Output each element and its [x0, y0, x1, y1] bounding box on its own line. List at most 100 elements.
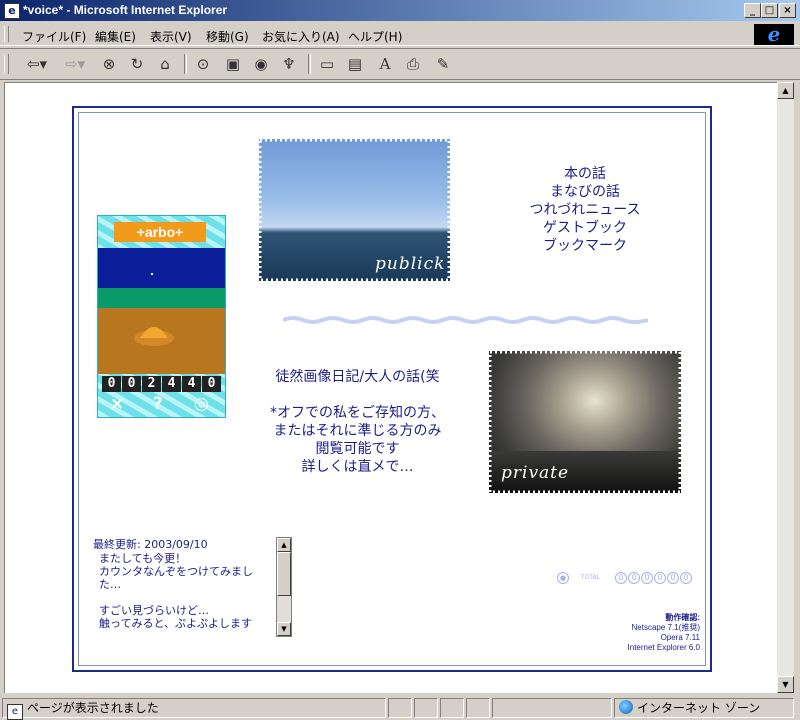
- wave-divider: [283, 316, 648, 324]
- gadget-close-icon[interactable]: ×: [110, 394, 124, 414]
- menu-bar: ファイル(F) 編集(E) 表示(V) 移動(G) お気に入り(A) ヘルプ(H…: [0, 23, 800, 46]
- refresh-icon[interactable]: ↻: [126, 54, 148, 74]
- menu-go[interactable]: 移動(G): [206, 28, 249, 45]
- update-scrollbar[interactable]: ▲ ▼: [276, 537, 292, 637]
- total-digit: 0: [667, 572, 679, 584]
- counter-digit: 4: [162, 376, 181, 392]
- update-line: すごい見づらいけど…: [99, 604, 209, 617]
- zone-panel: インターネット ゾーン: [614, 698, 794, 718]
- update-line: た…: [99, 578, 121, 591]
- nav-link-guestbook[interactable]: ゲストブック: [500, 219, 670, 237]
- total-label: TOTAL: [581, 574, 601, 581]
- toolbar-grip[interactable]: [4, 54, 9, 74]
- total-digit: 0: [628, 572, 640, 584]
- status-text-panel: e ページが表示されました: [2, 698, 386, 720]
- history-icon[interactable]: ♆: [278, 54, 300, 74]
- browser-compat-heading: 動作確認:: [665, 613, 700, 622]
- menu-view[interactable]: 表示(V): [150, 28, 192, 45]
- toolbar-separator: [308, 54, 311, 74]
- gadget-options-icon[interactable]: ◎: [194, 394, 209, 414]
- forward-icon[interactable]: ⇨▾: [60, 54, 90, 74]
- back-icon[interactable]: ⇦▾: [22, 54, 52, 74]
- diary-note-line: 閲覧可能です: [315, 441, 400, 457]
- status-panel: [414, 698, 438, 718]
- maximize-button[interactable]: □: [761, 3, 778, 18]
- vertical-scrollbar[interactable]: ▲ ▼: [777, 82, 794, 693]
- counter-digit: 0: [102, 376, 121, 392]
- status-panel: [466, 698, 490, 718]
- total-counter: ● TOTAL 0 0 0 0 0 0: [555, 572, 695, 588]
- update-scroll-up[interactable]: ▲: [277, 538, 291, 552]
- scroll-down-button[interactable]: ▼: [777, 676, 794, 693]
- gadget-help-icon[interactable]: ?: [153, 394, 163, 414]
- diary-title-link[interactable]: 徒然画像日記/大人の話(笑: [255, 368, 460, 386]
- discuss-icon[interactable]: ✎: [432, 54, 454, 74]
- zone-text: インターネット ゾーン: [637, 701, 761, 715]
- menu-edit[interactable]: 編集(E): [95, 28, 136, 45]
- status-panel: [492, 698, 612, 718]
- counter-bullet-icon: ●: [557, 572, 569, 584]
- nav-link-news[interactable]: つれづれニュース: [500, 201, 670, 219]
- total-digit: 0: [654, 572, 666, 584]
- browser-compat-line: Opera 7.11: [660, 633, 700, 642]
- stop-icon[interactable]: ⊗: [98, 54, 120, 74]
- menu-favorites[interactable]: お気に入り(A): [262, 28, 340, 45]
- status-text: ページが表示されました: [27, 701, 159, 715]
- edit-icon[interactable]: ▤: [344, 54, 366, 74]
- status-bar: e ページが表示されました インターネット ゾーン: [0, 696, 800, 720]
- update-scroll-thumb[interactable]: [277, 552, 291, 596]
- nav-links: 本の話 まなびの話 つれづれニュース ゲストブック ブックマーク: [500, 165, 670, 255]
- update-line: [99, 591, 281, 604]
- update-scroll-box[interactable]: またしても今更！ カウンタなんぞをつけてみまし た… すごい見づらいけど… 触っ…: [93, 552, 281, 636]
- close-button[interactable]: ×: [779, 3, 796, 18]
- menu-help[interactable]: ヘルプ(H): [348, 28, 402, 45]
- diary-note-line: 詳しくは直メで…: [301, 459, 414, 475]
- update-label: 最終更新: 2003/09/10: [93, 538, 208, 551]
- menu-file[interactable]: ファイル(F): [22, 28, 86, 45]
- private-photo[interactable]: private: [489, 351, 681, 493]
- font-icon[interactable]: A: [374, 54, 396, 74]
- counter-digit: 2: [142, 376, 161, 392]
- diary-section: 徒然画像日記/大人の話(笑 *オフでの私をご存知の方、 またはそれに準じる方のみ…: [255, 368, 460, 476]
- nav-link-books[interactable]: 本の話: [500, 165, 670, 183]
- ie-logo-icon: e: [754, 24, 794, 45]
- update-line: カウンタなんぞをつけてみまし: [99, 565, 253, 578]
- toolbar: ⇦▾ ⇨▾ ⊗ ↻ ⌂ ⊙ ▣ ◉ ♆ ▭ ▤ A ⎙ ✎: [0, 48, 800, 80]
- toolbar-separator: [184, 54, 187, 74]
- public-photo[interactable]: publick: [259, 139, 450, 281]
- minimize-button[interactable]: _: [744, 3, 761, 18]
- update-section: 最終更新: 2003/09/10 またしても今更！ カウンタなんぞをつけてみまし…: [93, 536, 293, 630]
- nav-link-bookmarks[interactable]: ブックマーク: [500, 237, 670, 255]
- home-icon[interactable]: ⌂: [154, 54, 176, 74]
- media-icon[interactable]: ◉: [250, 54, 272, 74]
- update-scroll-down[interactable]: ▼: [277, 622, 291, 636]
- page-status-icon: e: [7, 704, 23, 720]
- public-caption: publick: [375, 254, 446, 274]
- update-line: 触ってみると、ぷよぷよします: [99, 617, 253, 630]
- private-caption: private: [501, 463, 570, 483]
- print-icon[interactable]: ⎙: [402, 54, 424, 74]
- ie-page-icon: e: [4, 3, 20, 19]
- total-digit: 0: [615, 572, 627, 584]
- favorites-icon[interactable]: ▣: [222, 54, 244, 74]
- browser-compat-line: Internet Explorer 6.0: [627, 643, 700, 652]
- gadget-counter: 0 0 2 4 4 0: [102, 376, 221, 392]
- status-panel: [440, 698, 464, 718]
- nav-link-learning[interactable]: まなびの話: [500, 183, 670, 201]
- diary-note-line: またはそれに準じる方のみ: [273, 423, 442, 439]
- status-panel: [388, 698, 412, 718]
- counter-digit: 4: [182, 376, 201, 392]
- scroll-up-button[interactable]: ▲: [777, 82, 794, 99]
- globe-icon: [619, 700, 633, 714]
- tarbo-counter-gadget[interactable]: +arbo+ 0 0 2 4 4 0 × ? ◎: [97, 215, 226, 418]
- browser-compat-line: Netscape 7.1(推奨): [631, 623, 700, 632]
- search-icon[interactable]: ⊙: [192, 54, 214, 74]
- gadget-brand: +arbo+: [114, 222, 206, 242]
- counter-digit: 0: [202, 376, 221, 392]
- browser-compat-note: 動作確認: Netscape 7.1(推奨) Opera 7.11 Intern…: [500, 613, 700, 653]
- total-digit: 0: [680, 572, 692, 584]
- menu-grip[interactable]: [4, 26, 9, 42]
- update-line: またしても今更！: [99, 552, 187, 565]
- mail-icon[interactable]: ▭: [316, 54, 338, 74]
- counter-digit: 0: [122, 376, 141, 392]
